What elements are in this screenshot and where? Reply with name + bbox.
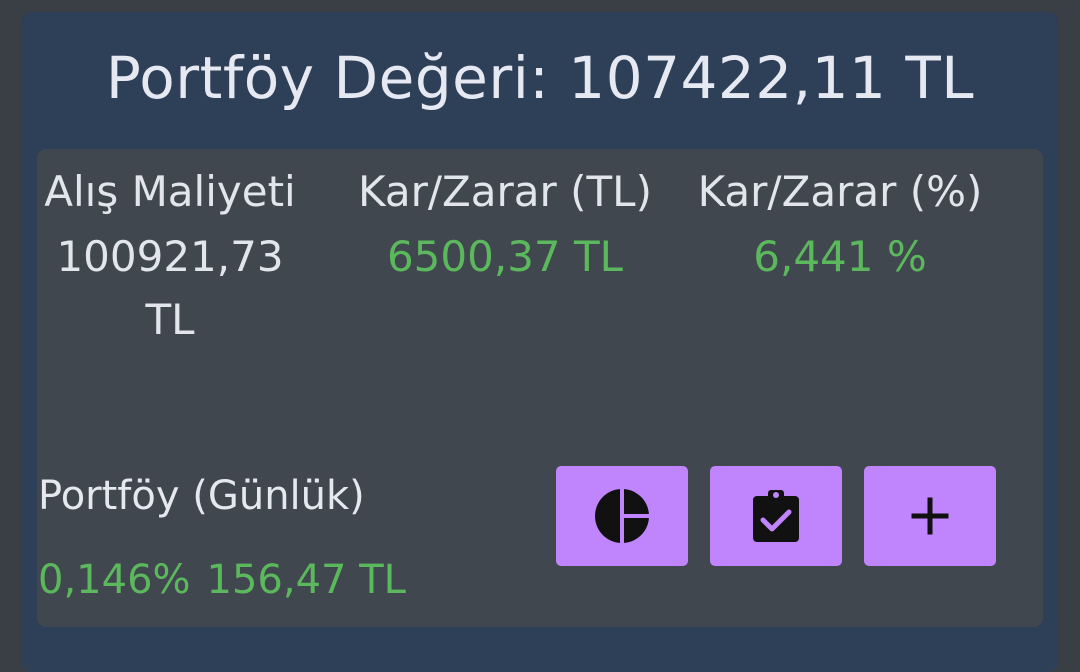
cost-column: Alış Maliyeti 100921,73 TL [30, 160, 310, 351]
pie-chart-icon [593, 487, 651, 545]
profit-pct-label: Kar/Zarar (%) [697, 167, 983, 216]
profit-tl-column: Kar/Zarar (TL) 6500,37 TL [345, 160, 665, 288]
daily-values: 0,146% 156,47 TL [38, 552, 406, 608]
profit-pct-value: 6,441 % [753, 232, 927, 281]
cost-value: 100921,73 TL [56, 232, 284, 344]
cost-label: Alış Maliyeti [44, 167, 296, 216]
chart-button[interactable] [556, 466, 688, 566]
add-button[interactable] [864, 466, 996, 566]
profit-tl-value: 6500,37 TL [386, 232, 624, 281]
profit-tl-label: Kar/Zarar (TL) [358, 167, 652, 216]
clipboard-button[interactable] [710, 466, 842, 566]
plus-icon [910, 496, 950, 536]
profit-pct-column: Kar/Zarar (%) 6,441 % [690, 160, 990, 288]
daily-amount: 156,47 TL [206, 557, 406, 603]
daily-label: Portföy (Günlük) [38, 473, 365, 519]
portfolio-value-title: Portföy Değeri: 107422,11 TL [105, 44, 975, 112]
clipboard-check-icon [750, 488, 802, 544]
daily-percent: 0,146% [38, 557, 191, 603]
